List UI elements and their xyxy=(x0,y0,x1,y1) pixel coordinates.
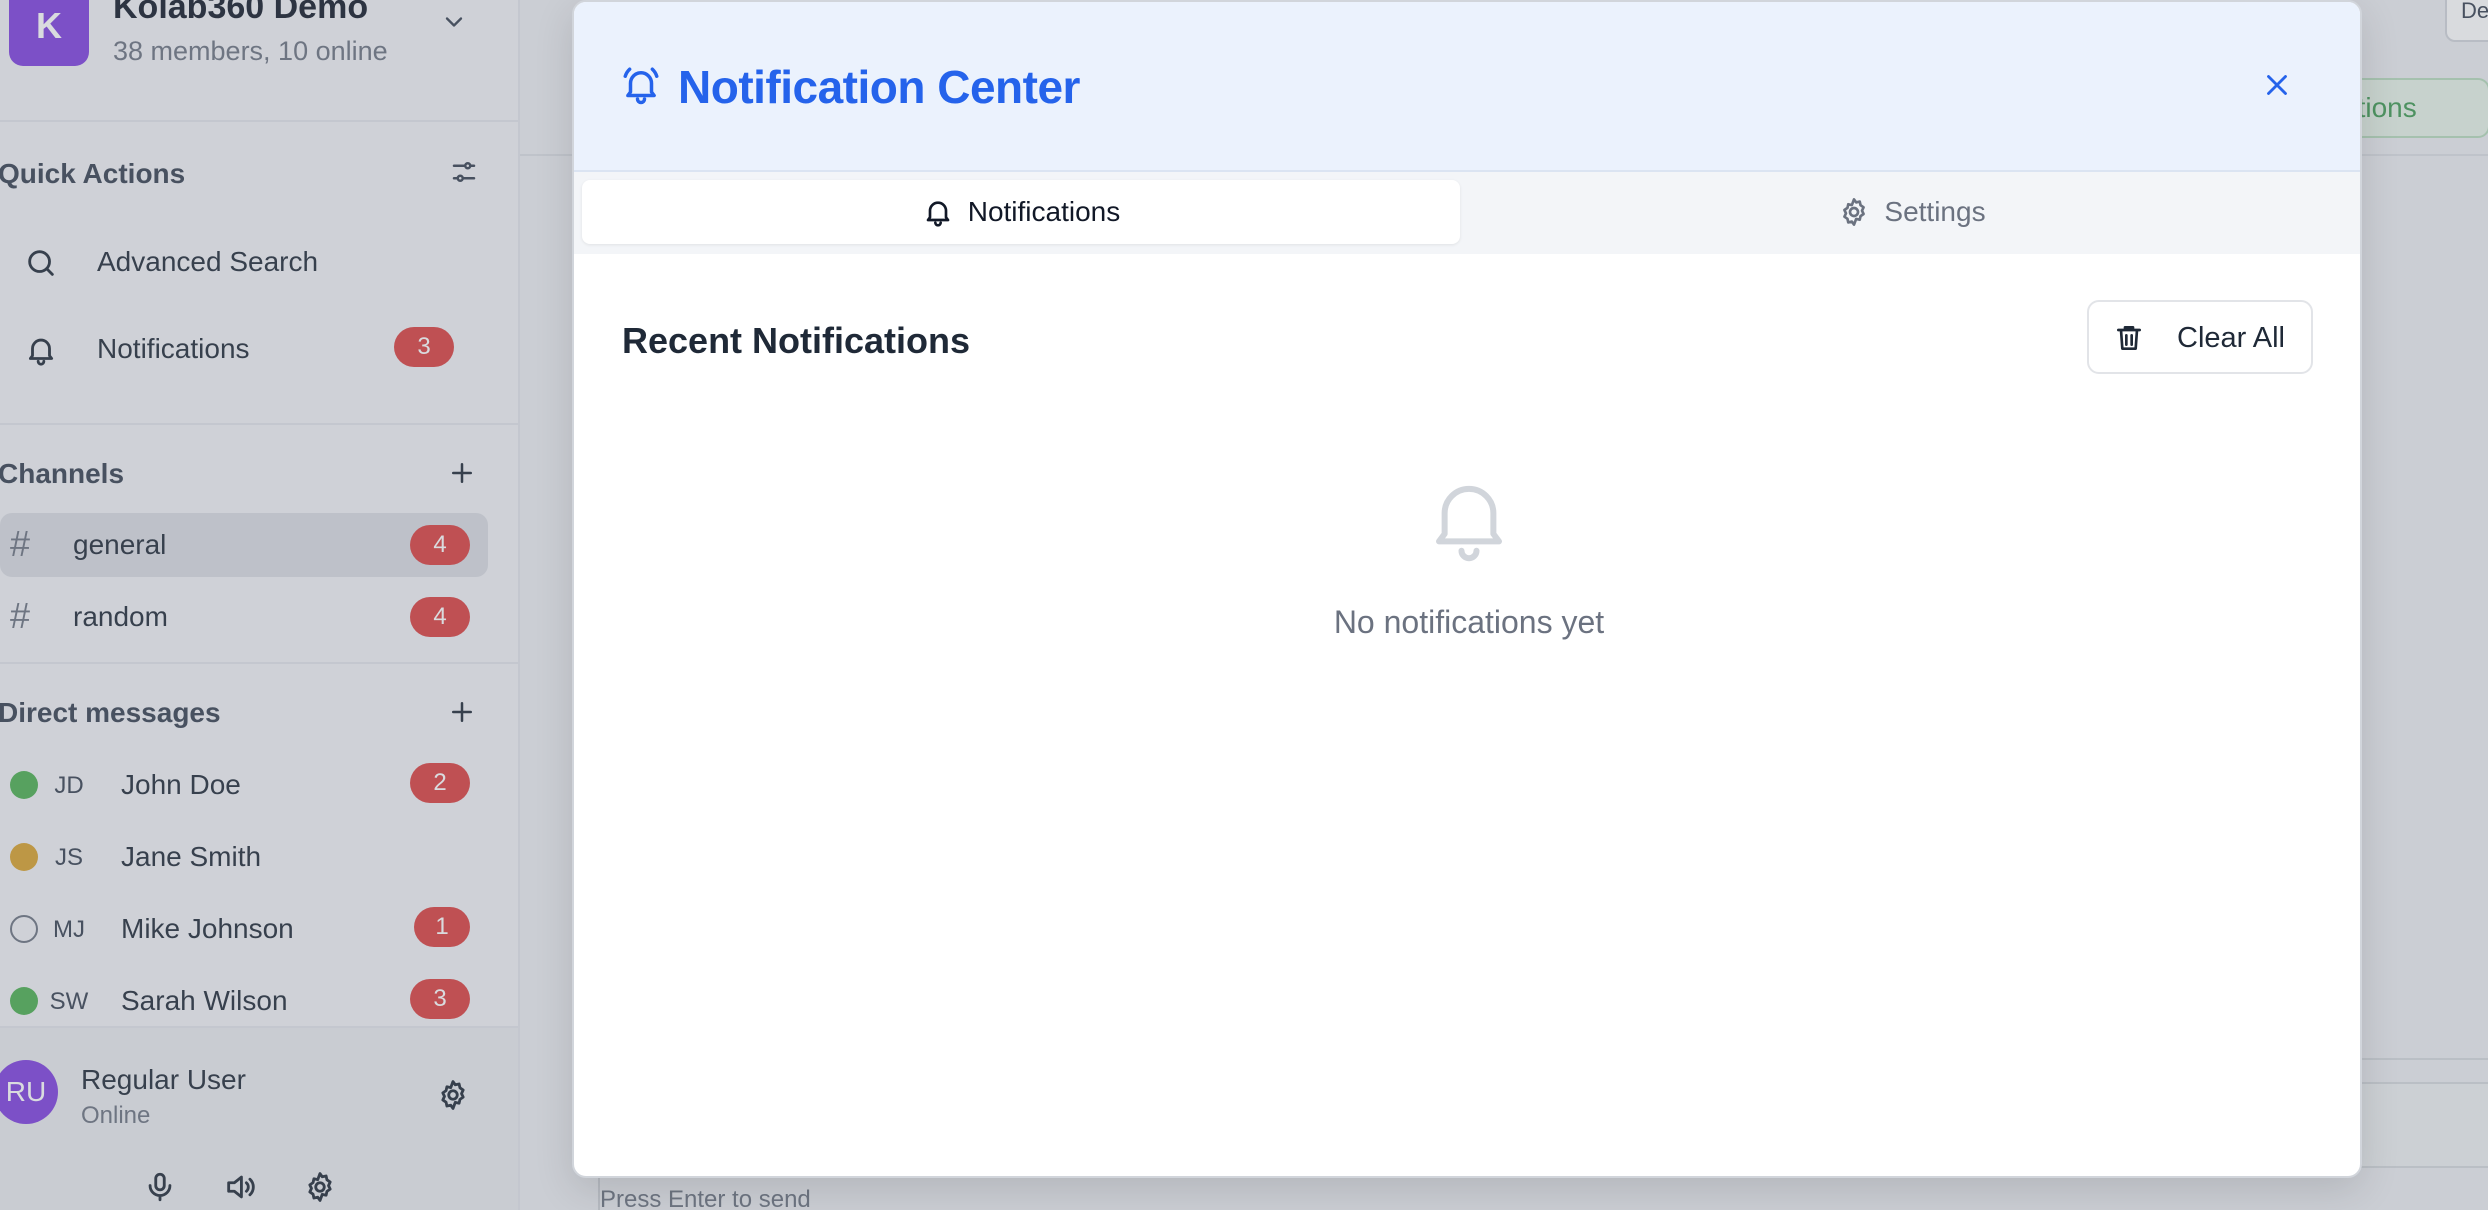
bell-icon xyxy=(1436,485,1502,562)
recent-notifications-title: Recent Notifications xyxy=(622,320,971,361)
trash-icon xyxy=(2117,326,2141,350)
close-icon[interactable] xyxy=(2260,68,2294,102)
notification-center-modal: Notification Center Notifications Settin… xyxy=(572,0,2362,1178)
clear-all-label: Clear All xyxy=(2177,322,2285,354)
modal-tabs: Notifications Settings xyxy=(574,172,2360,254)
tab-label: Notifications xyxy=(967,196,1121,227)
modal-title: Notification Center xyxy=(678,61,1080,113)
tab-notifications[interactable]: Notifications xyxy=(582,180,1460,244)
modal-header: Notification Center xyxy=(574,2,2360,172)
tab-settings[interactable]: Settings xyxy=(1468,180,2356,244)
empty-state-text: No notifications yet xyxy=(1333,604,1605,640)
tab-label: Settings xyxy=(1884,196,1986,227)
bell-icon xyxy=(922,196,954,228)
clear-all-button[interactable]: Clear All xyxy=(2087,300,2313,374)
gear-icon xyxy=(1838,196,1870,228)
bell-ring-icon xyxy=(623,67,659,105)
